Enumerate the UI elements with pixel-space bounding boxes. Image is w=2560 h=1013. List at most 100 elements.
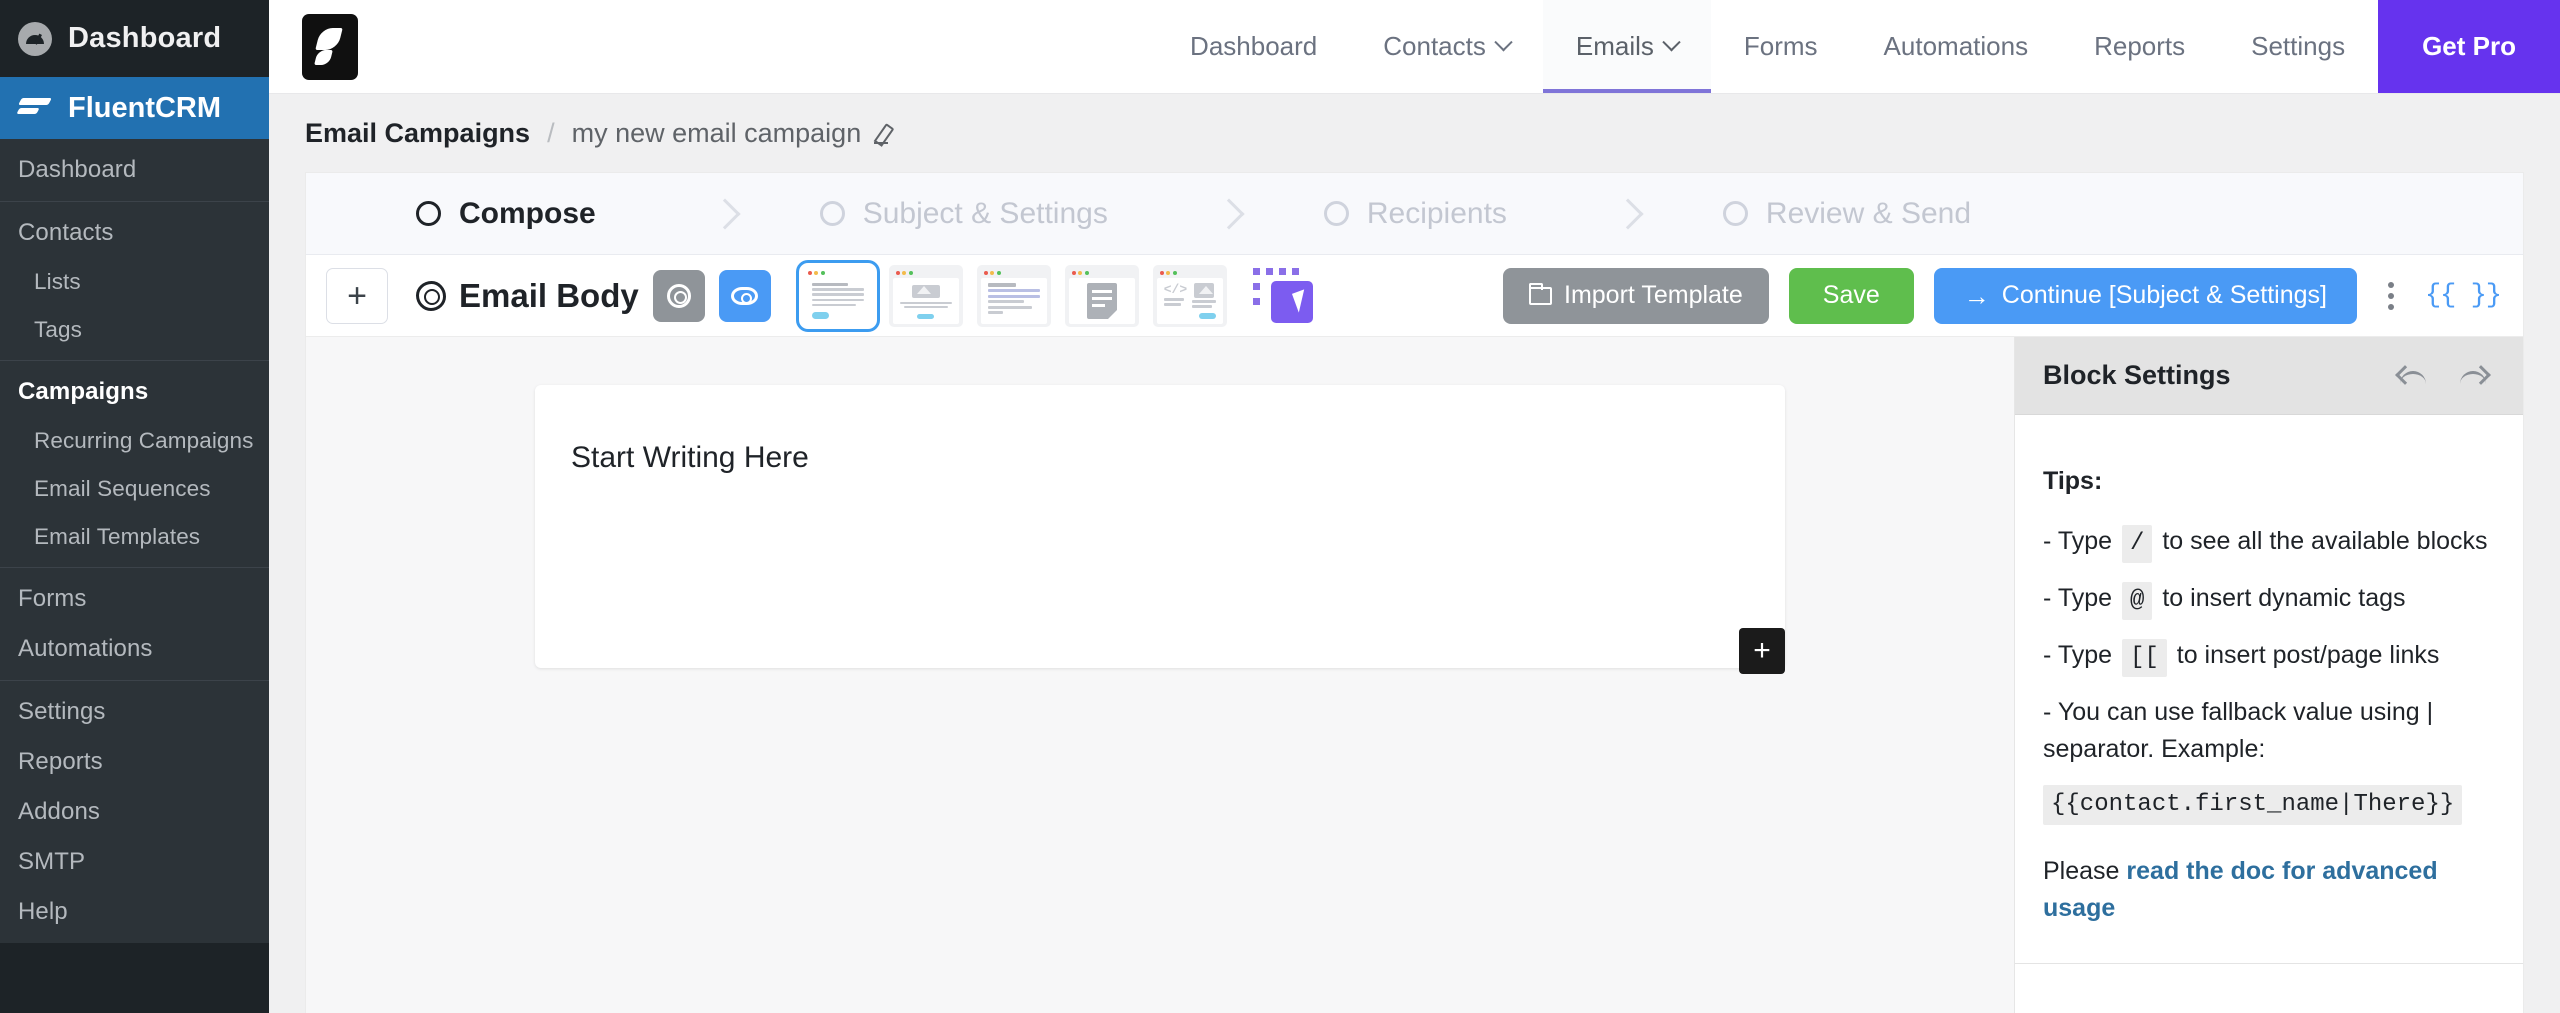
nav-tab-automations-label: Automations	[1883, 31, 2029, 61]
breadcrumb-separator: /	[547, 117, 555, 148]
sidebar-item-tags[interactable]: Tags	[0, 306, 269, 354]
import-template-button[interactable]: Import Template	[1503, 267, 1769, 324]
preview-button[interactable]	[718, 269, 771, 322]
block-settings-header: Block Settings	[2015, 337, 2523, 415]
add-block-button[interactable]: +	[1739, 628, 1785, 674]
sidebar-footer	[0, 943, 269, 1005]
window-dots-icon	[1157, 269, 1223, 278]
template-thumbnails: </>	[795, 259, 1325, 332]
sidebar-item-recurring-campaigns[interactable]: Recurring Campaigns	[0, 417, 269, 465]
template-html-code[interactable]: </>	[1152, 264, 1227, 327]
block-settings-tips: Tips: - Type / to see all the available …	[2015, 415, 2523, 963]
step-chevron-icon	[1612, 197, 1644, 230]
nav-tab-forms[interactable]: Forms	[1711, 0, 1851, 93]
pencil-edit-icon[interactable]	[874, 122, 896, 144]
template-article[interactable]	[976, 264, 1051, 327]
step-review-send[interactable]: Review & Send	[1722, 196, 1972, 231]
wp-admin-sidebar: Dashboard FluentCRM Dashboard Contacts L…	[0, 0, 269, 1013]
sidebar-item-campaigns[interactable]: Campaigns	[0, 367, 269, 417]
redo-arrow-icon[interactable]	[2456, 365, 2490, 387]
tips-heading: Tips:	[2043, 467, 2103, 495]
email-placeholder-text[interactable]: Start Writing Here	[571, 441, 1749, 475]
template-image-preview	[892, 277, 959, 324]
drag-drop-template-button[interactable]	[1251, 265, 1325, 327]
step-subject-settings[interactable]: Subject & Settings	[819, 196, 1108, 231]
sidebar-item-forms[interactable]: Forms	[0, 574, 269, 624]
step-subject-settings-label: Subject & Settings	[862, 196, 1108, 230]
add-element-button[interactable]: +	[326, 267, 388, 324]
sidebar-item-fluentcrm[interactable]: FluentCRM	[0, 77, 269, 139]
template-plain-doc-preview	[1068, 277, 1135, 324]
nav-tab-automations[interactable]: Automations	[1851, 0, 2062, 93]
more-options-icon[interactable]	[2371, 281, 2411, 310]
breadcrumb-root[interactable]: Email Campaigns	[305, 118, 530, 149]
step-chevron-icon	[1213, 197, 1245, 230]
nav-tab-settings[interactable]: Settings	[2218, 0, 2378, 93]
continue-label: Continue [Subject & Settings]	[2001, 281, 2327, 309]
sidebar-group-campaigns: Campaigns Recurring Campaigns Email Sequ…	[0, 360, 269, 567]
nav-tab-reports[interactable]: Reports	[2061, 0, 2218, 93]
eye-icon	[731, 286, 759, 305]
sidebar-item-addons[interactable]: Addons	[0, 787, 269, 837]
template-plain-doc[interactable]	[1064, 264, 1139, 327]
block-settings-panel: Block Settings Tips: - Type / to see all…	[2015, 337, 2523, 1013]
undo-arrow-icon[interactable]	[2396, 365, 2430, 387]
save-label: Save	[1822, 281, 1880, 309]
window-dots-icon	[1069, 269, 1135, 278]
sidebar-item-dashboard[interactable]: Dashboard	[0, 0, 269, 77]
tip-at-key: @	[2121, 581, 2153, 620]
sidebar-item-lists[interactable]: Lists	[0, 258, 269, 306]
step-recipients-label: Recipients	[1366, 196, 1507, 230]
doc-note: Please read the doc for advanced usage	[2043, 853, 2490, 928]
nav-tab-dashboard[interactable]: Dashboard	[1157, 0, 1350, 93]
doc-note-pre: Please	[2043, 856, 2120, 885]
smartcode-icon[interactable]: {{ }}	[2425, 281, 2502, 311]
email-body-title: Email Body	[459, 276, 639, 314]
sidebar-item-email-sequences[interactable]: Email Sequences	[0, 465, 269, 513]
breadcrumb-current: my new email campaign	[571, 117, 862, 148]
step-chevron-icon	[709, 197, 741, 230]
get-pro-button[interactable]: Get Pro	[2378, 0, 2560, 93]
tip-brackets-pre: - Type	[2043, 640, 2113, 669]
save-button[interactable]: Save	[1788, 267, 1914, 324]
tip-slash-key: /	[2121, 524, 2153, 563]
sidebar-item-settings[interactable]: Settings	[0, 687, 269, 737]
sidebar-item-reports[interactable]: Reports	[0, 737, 269, 787]
import-template-label: Import Template	[1564, 281, 1743, 309]
fluentcrm-logo-icon	[16, 94, 52, 122]
continue-button[interactable]: → Continue [Subject & Settings]	[1933, 267, 2357, 324]
sidebar-item-email-templates[interactable]: Email Templates	[0, 513, 269, 561]
body-settings-button[interactable]	[652, 269, 705, 322]
nav-tab-emails[interactable]: Emails	[1542, 0, 1711, 93]
tip-at-pre: - Type	[2043, 583, 2113, 612]
arrow-right-icon: →	[1963, 280, 1990, 311]
email-body-card[interactable]: Start Writing Here +	[535, 385, 1785, 674]
step-compose[interactable]: Compose	[416, 197, 596, 231]
sidebar-item-automations[interactable]: Automations	[0, 624, 269, 674]
nav-tab-emails-label: Emails	[1575, 31, 1654, 61]
window-dots-icon	[981, 269, 1047, 278]
tip-fallback-code: {{contact.first_name|There}}	[2043, 784, 2463, 825]
sidebar-item-contacts[interactable]: Contacts	[0, 208, 269, 258]
nav-tab-reports-label: Reports	[2094, 31, 2186, 61]
step-recipients[interactable]: Recipients	[1323, 196, 1507, 231]
template-image[interactable]	[888, 264, 963, 327]
sidebar-item-help[interactable]: Help	[0, 887, 269, 937]
nav-tab-contacts-label: Contacts	[1383, 31, 1486, 61]
sidebar-dashboard-label: Dashboard	[68, 22, 222, 54]
sidebar-fluentcrm-label: FluentCRM	[68, 91, 222, 124]
app-top-nav: Dashboard Contacts Emails Forms Automati…	[269, 0, 2560, 94]
tip-brackets-key: [[	[2121, 638, 2167, 677]
step-review-send-label: Review & Send	[1765, 196, 1972, 230]
sidebar-group-settings: Settings Reports Addons SMTP Help	[0, 680, 269, 943]
template-article-preview	[980, 277, 1047, 324]
sidebar-group-forms: Forms Automations	[0, 567, 269, 680]
chevron-down-icon	[1494, 33, 1513, 52]
work-area: Start Writing Here + Block Settings Tips…	[306, 337, 2523, 1013]
nav-tab-contacts[interactable]: Contacts	[1350, 0, 1543, 93]
sidebar-item-smtp[interactable]: SMTP	[0, 837, 269, 887]
content-column: Dashboard Contacts Emails Forms Automati…	[269, 0, 2560, 1013]
sidebar-item-crm-dashboard[interactable]: Dashboard	[0, 145, 269, 195]
template-text[interactable]	[795, 259, 880, 332]
gear-icon	[666, 283, 691, 308]
